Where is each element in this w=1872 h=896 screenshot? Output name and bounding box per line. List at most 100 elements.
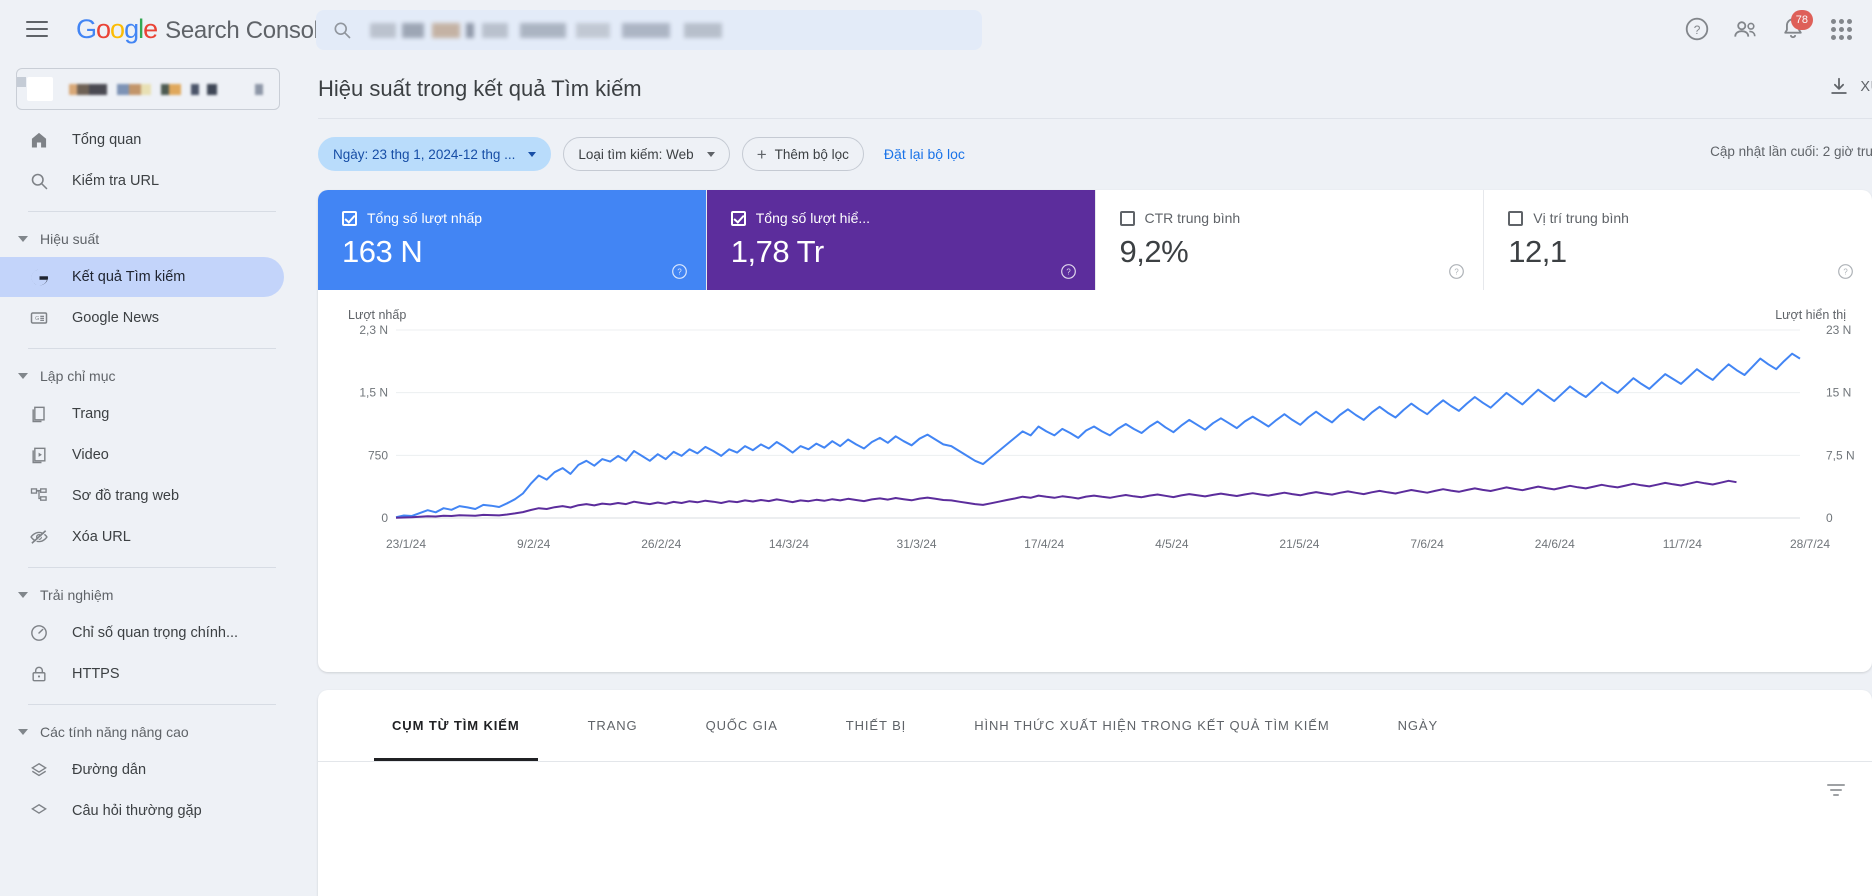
tab-trang[interactable]: TRANG	[554, 690, 672, 761]
sidebar-item-label: Video	[72, 447, 109, 463]
sidebar-item-chi-so-quan-trong-chinh[interactable]: Chỉ số quan trọng chính...	[0, 613, 284, 653]
dimension-tabs: CỤM TỪ TÌM KIẾM TRANG QUỐC GIA THIẾT BỊ …	[318, 690, 1872, 762]
svg-text:4/5/24: 4/5/24	[1155, 537, 1189, 551]
sidebar-section-label: Lập chỉ mục	[40, 368, 116, 384]
sidebar-item-https[interactable]: HTTPS	[0, 654, 284, 694]
sidebar-section-label: Các tính năng nâng cao	[40, 724, 189, 740]
tab-label: THIẾT BỊ	[845, 718, 907, 733]
svg-text:2,3 N: 2,3 N	[359, 323, 388, 337]
sidebar-item-tong-quan[interactable]: Tổng quan	[0, 120, 284, 160]
video-icon	[28, 444, 50, 466]
search-icon	[334, 22, 351, 39]
svg-text:7/6/24: 7/6/24	[1410, 537, 1444, 551]
dimension-tabs-panel: CỤM TỪ TÌM KIẾM TRANG QUỐC GIA THIẾT BỊ …	[318, 690, 1872, 896]
reset-filters-link[interactable]: Đặt lại bộ lọc	[884, 146, 965, 162]
tab-quoc-gia[interactable]: QUỐC GIA	[672, 690, 812, 761]
svg-text:14/3/24: 14/3/24	[769, 537, 809, 551]
people-icon[interactable]	[1732, 16, 1758, 42]
metric-checkbox[interactable]	[342, 210, 357, 226]
sidebar-item-google-news[interactable]: G Google News	[0, 298, 284, 338]
property-favicon	[17, 77, 53, 101]
sidebar-item-label: Kết quả Tìm kiếm	[72, 269, 186, 285]
filter-bar: Ngày: 23 thg 1, 2024-12 thg ... Loại tìm…	[318, 132, 965, 176]
property-name-blurred	[69, 83, 269, 95]
tab-ngay[interactable]: NGÀY	[1364, 690, 1472, 761]
apps-grid-icon[interactable]	[1828, 16, 1854, 42]
metric-card-total-clicks[interactable]: Tổng số lượt nhấp 163 N ?	[318, 190, 707, 290]
sidebar-item-label: Kiểm tra URL	[72, 173, 160, 189]
brand-logo[interactable]: Google Search Console	[76, 14, 332, 45]
sidebar-item-kiem-tra-url[interactable]: Kiểm tra URL	[0, 161, 284, 201]
metric-card-average-position[interactable]: Vị trí trung bình 12,1 ?	[1484, 190, 1872, 290]
tab-label: TRANG	[587, 718, 638, 733]
sidebar-section-cac-tinh-nang-nang-cao[interactable]: Các tính năng nâng cao	[0, 715, 296, 749]
sidebar-item-label: Tổng quan	[72, 132, 142, 148]
svg-text:31/3/24: 31/3/24	[897, 537, 937, 551]
chevron-down-icon	[18, 236, 28, 242]
search-input[interactable]	[316, 10, 982, 50]
lock-icon	[28, 663, 50, 685]
tab-hinh-thuc-xuat-hien[interactable]: HÌNH THỨC XUẤT HIỆN TRONG KẾT QUẢ TÌM KI…	[940, 690, 1363, 761]
sidebar-item-label: Trang	[72, 406, 110, 422]
svg-text:28/7/24: 28/7/24	[1790, 537, 1830, 551]
svg-text:11/7/24: 11/7/24	[1663, 537, 1702, 551]
sidebar-item-so-do-trang-web[interactable]: Sơ đồ trang web	[0, 476, 284, 516]
sidebar-item-cau-hoi-thuong-gap[interactable]: Câu hỏi thường gặp	[0, 791, 284, 831]
search-type-filter-chip[interactable]: Loại tìm kiếm: Web	[563, 137, 730, 171]
svg-text:G: G	[35, 316, 39, 322]
metric-label: Tổng số lượt nhấp	[367, 210, 483, 226]
help-icon[interactable]: ?	[1684, 16, 1710, 42]
metric-value: 9,2%	[1119, 234, 1189, 269]
sidebar-item-ket-qua-tim-kiem[interactable]: Kết quả Tìm kiếm	[0, 257, 284, 297]
sidebar-item-label: Sơ đồ trang web	[72, 488, 180, 504]
svg-text:15 N: 15 N	[1826, 386, 1851, 400]
chevron-down-icon	[706, 151, 715, 157]
date-filter-chip[interactable]: Ngày: 23 thg 1, 2024-12 thg ...	[318, 137, 552, 171]
sidebar-section-label: Hiệu suất	[40, 231, 100, 247]
table-toolbar	[318, 762, 1872, 820]
sidebar-section-hieu-suat[interactable]: Hiệu suất	[0, 222, 296, 256]
notifications-button[interactable]: 78	[1780, 10, 1813, 42]
search-type-filter-label: Loại tìm kiếm: Web	[578, 146, 694, 162]
tab-thiet-bi[interactable]: THIẾT BỊ	[812, 690, 940, 761]
sidebar-section-trai-nghiem[interactable]: Trải nghiệm	[0, 578, 296, 612]
sidebar-section-lap-chi-muc[interactable]: Lập chỉ mục	[0, 359, 296, 393]
tab-label: CỤM TỪ TÌM KIẾM	[392, 718, 520, 733]
sidebar-divider	[28, 567, 276, 568]
chevron-down-icon	[18, 592, 28, 598]
performance-chart: Lượt nhấp Lượt hiển thị 2,3 N 23 N 1,5 N 15…	[318, 290, 1872, 672]
export-button[interactable]: XUẤ	[1828, 76, 1872, 98]
sidebar-item-duong-dan[interactable]: Đường dẫn	[0, 750, 284, 790]
performance-panel: Tổng số lượt nhấp 163 N ? Tổng số lượt h…	[318, 190, 1872, 672]
tab-cum-tu-tim-kiem[interactable]: CỤM TỪ TÌM KIẾM	[358, 690, 554, 761]
help-icon[interactable]: ?	[671, 263, 688, 280]
last-update-text: Cập nhật lần cuối: 2 giờ trước	[1710, 144, 1872, 159]
property-selector[interactable]	[16, 68, 280, 110]
sidebar-item-video[interactable]: Video	[0, 435, 284, 475]
metric-checkbox[interactable]	[1119, 210, 1135, 226]
svg-text:21/5/24: 21/5/24	[1279, 537, 1319, 551]
metric-checkbox[interactable]	[1508, 210, 1524, 226]
svg-text:0: 0	[1826, 511, 1833, 525]
metric-value: 12,1	[1508, 234, 1567, 269]
sidebar-item-label: HTTPS	[72, 666, 120, 682]
help-icon[interactable]: ?	[1448, 263, 1465, 280]
metric-card-total-impressions[interactable]: Tổng số lượt hiể... 1,78 Tr ?	[706, 190, 1096, 290]
sidebar-item-xoa-url[interactable]: Xóa URL	[0, 517, 284, 557]
metric-checkbox[interactable]	[730, 210, 746, 226]
help-icon[interactable]: ?	[1837, 263, 1854, 280]
sidebar-item-trang[interactable]: Trang	[0, 394, 284, 434]
home-icon	[28, 129, 50, 151]
metric-label: Vị trí trung bình	[1533, 210, 1629, 226]
google-logo: Google	[76, 13, 158, 44]
metric-card-average-ctr[interactable]: CTR trung bình 9,2% ?	[1096, 190, 1485, 290]
add-filter-chip[interactable]: + Thêm bộ lọc	[741, 137, 864, 171]
sidebar-section-label: Trải nghiệm	[40, 587, 114, 603]
sidebar: Tổng quan Kiểm tra URL Hiệu suất Kết quả…	[0, 58, 296, 896]
hamburger-icon[interactable]	[26, 21, 48, 37]
help-icon[interactable]: ?	[1060, 263, 1077, 280]
filter-list-icon[interactable]	[1824, 778, 1848, 802]
chart-canvas: 2,3 N 23 N 1,5 N 15 N 750 7,5 N 0 0 23/1/24 9/2/2…	[359, 323, 1854, 551]
pages-icon	[28, 403, 50, 425]
sidebar-item-label: Google News	[72, 310, 160, 326]
